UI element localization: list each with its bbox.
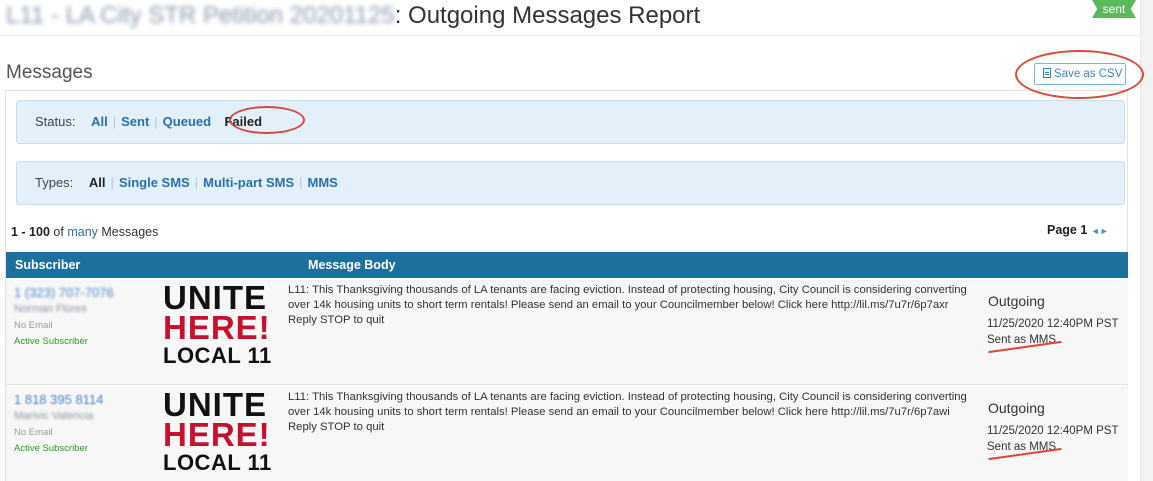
type-option-single-sms[interactable]: Single SMS — [119, 175, 190, 190]
result-count: 1 - 100 of many Messages — [11, 225, 158, 239]
subscriber-email: No Email — [14, 320, 53, 331]
save-csv-label: Save as CSV — [1054, 68, 1123, 80]
logo-line: LOCAL 11 — [163, 342, 272, 368]
table-header: Subscriber Message Body — [6, 252, 1128, 278]
result-range: 1 - 100 — [11, 225, 50, 239]
message-body: L11: This Thanksgiving thousands of LA t… — [288, 284, 967, 326]
report-title: : Outgoing Messages Report — [394, 2, 701, 29]
campaign-name: L11 - LA City STR Petition 20201125 — [6, 2, 395, 29]
subscriber-phone-link[interactable]: 1 818 395 8114 — [14, 392, 103, 407]
logo-line: HERE! — [163, 309, 271, 347]
messages-text: Messages — [101, 225, 159, 239]
save-csv-button[interactable]: Save as CSV — [1034, 63, 1126, 85]
status-option-failed[interactable]: Failed — [224, 114, 262, 129]
subscriber-status: Active Subscriber — [14, 443, 88, 454]
subscriber-name: Norman Flores — [14, 303, 87, 315]
sent-badge: sent — [1092, 0, 1136, 18]
type-option-all[interactable]: All — [89, 175, 106, 190]
separator: | — [299, 175, 303, 190]
document-icon — [1043, 68, 1051, 78]
scrollbar-track[interactable] — [1140, 0, 1153, 481]
status-filter: Status: All|Sent|Queued|Failed — [16, 100, 1125, 144]
logo-line: HERE! — [163, 416, 271, 454]
table-row: 1 818 395 8114 Marivic Valencia No Email… — [6, 386, 1128, 481]
status-filter-label: Status: — [35, 114, 76, 129]
pager: Page 1 ◄► — [1047, 223, 1109, 237]
message-direction: Outgoing — [988, 293, 1045, 309]
messages-heading: Messages — [6, 62, 93, 83]
type-option-mms[interactable]: MMS — [308, 175, 338, 190]
page-header: L11 - LA City STR Petition 20201125: Out… — [0, 0, 1140, 36]
separator: | — [112, 114, 117, 129]
unite-here-logo-image[interactable]: UNITE HERE! LOCAL 11 — [163, 281, 279, 368]
subscriber-phone-link[interactable]: 1 (323) 707-7076 — [14, 285, 114, 300]
message-direction: Outgoing — [988, 400, 1045, 416]
column-subscriber[interactable]: Subscriber — [15, 258, 80, 272]
table-row: 1 (323) 707-7076 Norman Flores No Email … — [6, 279, 1128, 385]
type-option-multipart-sms[interactable]: Multi-part SMS — [203, 175, 294, 190]
subscriber-email: No Email — [14, 427, 53, 438]
logo-line: LOCAL 11 — [163, 449, 272, 475]
type-filter: Types: All | Single SMS | Multi-part SMS | MMS — [16, 161, 1125, 205]
subscriber-name: Marivic Valencia — [14, 410, 94, 422]
status-option-all[interactable]: All — [91, 114, 108, 129]
message-body: L11: This Thanksgiving thousands of LA t… — [288, 391, 967, 433]
separator: | — [154, 114, 158, 129]
next-page-icon[interactable]: ► — [1100, 226, 1109, 236]
message-timestamp: 11/25/2020 12:40PM PST — [987, 425, 1119, 437]
page-title: L11 - LA City STR Petition 20201125: Out… — [6, 2, 700, 30]
message-timestamp: 11/25/2020 12:40PM PST — [987, 318, 1119, 330]
status-option-sent[interactable]: Sent — [121, 114, 149, 129]
page-number: Page 1 — [1047, 223, 1088, 237]
subscriber-status: Active Subscriber — [14, 336, 88, 347]
unite-here-logo-image[interactable]: UNITE HERE! LOCAL 11 — [163, 388, 279, 475]
separator: | — [110, 175, 114, 190]
separator: | — [194, 175, 199, 190]
of-text: of — [53, 225, 64, 239]
type-filter-label: Types: — [35, 175, 74, 190]
status-option-queued[interactable]: Queued — [163, 114, 211, 129]
prev-page-icon[interactable]: ◄ — [1091, 226, 1100, 236]
many-link[interactable]: many — [67, 225, 98, 239]
column-message-body[interactable]: Message Body — [308, 258, 396, 272]
